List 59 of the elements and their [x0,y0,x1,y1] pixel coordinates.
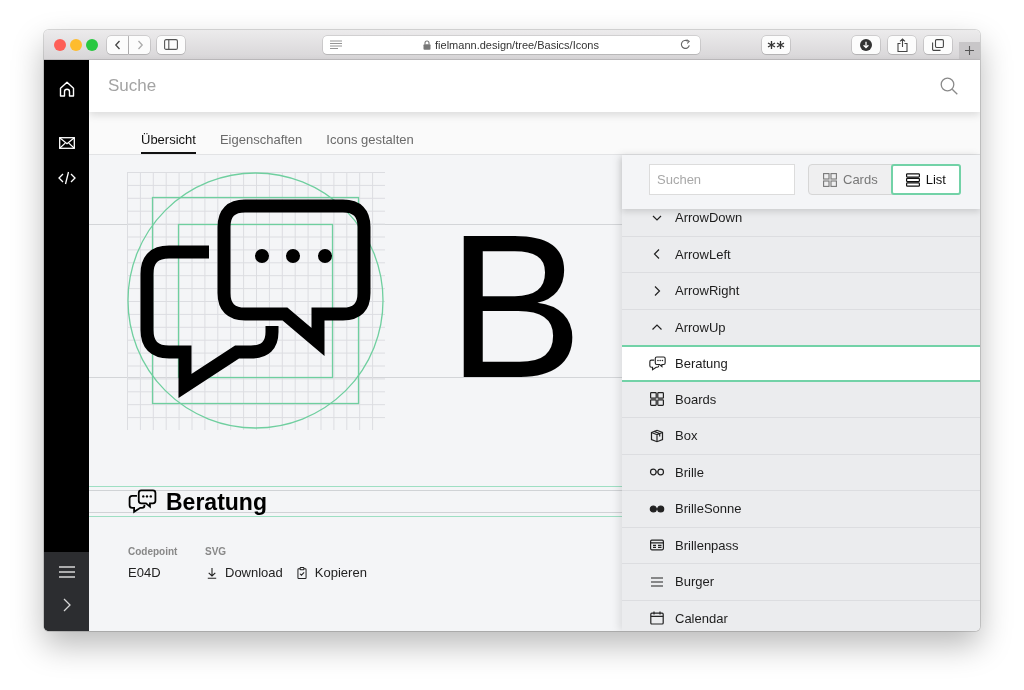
sidebar-button[interactable] [157,35,185,54]
codepoint-value: E04D [128,565,162,581]
download-icon [207,567,217,579]
icon-title: Beratung [166,490,267,513]
codepoint-label: Codepoint [128,546,179,558]
view-button[interactable]: List [890,164,961,195]
icon-list-item[interactable]: Box [622,418,980,455]
plus-icon [965,46,974,55]
search-icon[interactable] [940,77,958,95]
mail-icon[interactable] [58,137,75,149]
icon-list-item[interactable]: Brillenpass [622,527,980,564]
url-text: fielmann.design/tree/Basics/Icons [435,37,599,52]
copy-link[interactable]: Kopieren [296,565,367,581]
clipboard-check-icon [296,567,307,579]
icon-list-item[interactable]: Calendar [622,600,980,631]
view-button[interactable]: Cards [808,164,893,195]
lock-icon [423,39,432,50]
download-icon [860,38,872,51]
icon-search-field[interactable]: Suchen [649,164,795,195]
code-icon[interactable] [57,171,76,185]
icon-list-item[interactable]: ArrowRight [622,273,980,310]
share-button[interactable] [888,35,916,54]
icon-list-item[interactable]: Brille [622,454,980,491]
speech-bubbles-icon [649,355,666,371]
tab-overview-button[interactable] [924,35,952,54]
reload-icon[interactable] [680,39,691,50]
speech-bubbles-icon [139,198,373,398]
address-bar[interactable]: fielmann.design/tree/Basics/Icons [323,35,700,54]
home-icon[interactable] [57,80,76,98]
download-link[interactable]: Download [207,565,283,581]
calendar-icon [649,610,665,627]
menu-icon[interactable] [58,566,75,578]
chevron-left-icon [112,39,123,50]
back-button[interactable] [107,35,128,54]
list-icon [905,172,920,187]
downloads-button[interactable] [852,35,880,54]
icon-list-item[interactable]: ArrowLeft [622,236,980,273]
new-tab-button[interactable] [959,42,980,59]
sidebar-icon [164,39,178,50]
tab[interactable]: Eigenschaften [219,132,303,154]
icon-list-item[interactable]: Burger [622,564,980,601]
icon-list-item[interactable]: BrilleSonne [622,491,980,528]
boards-icon [649,391,665,408]
asterisks-icon [767,40,785,49]
tab[interactable]: Icons gestalten [326,132,414,154]
tabs-icon [932,38,944,51]
svg-label: SVG [205,546,228,558]
speech-bubbles-icon [128,489,157,514]
icon-list-item[interactable]: Beratung [622,345,980,382]
search-field[interactable]: Suche [108,72,928,100]
box-icon [649,427,665,444]
share-icon [896,37,908,52]
icon-list-item[interactable]: ArrowDown [622,209,980,237]
grid-icon [823,172,837,187]
icon-list-item[interactable]: Boards [622,381,980,418]
reader-icon[interactable] [330,40,342,49]
extension-button[interactable] [762,35,790,54]
specimen-text: B [447,204,584,408]
chevron-right-icon[interactable] [62,598,71,612]
